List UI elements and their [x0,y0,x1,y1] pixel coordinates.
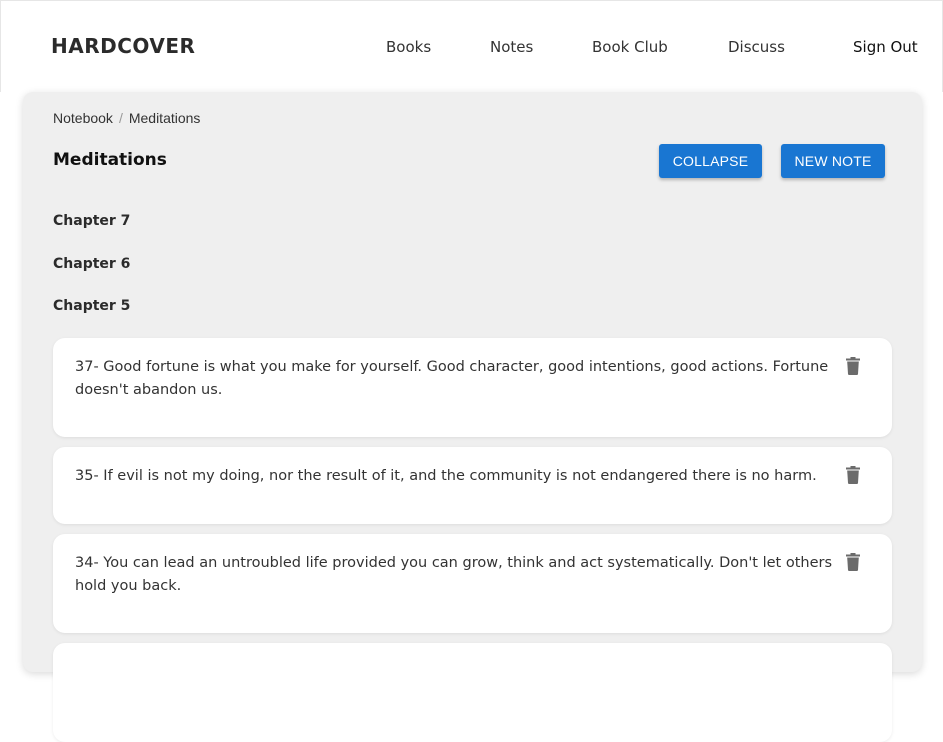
note-text: 34- You can lead an untroubled life prov… [75,555,833,594]
note-card: 35- If evil is not my doing, nor the res… [53,447,892,524]
trash-icon[interactable] [846,466,860,484]
top-navigation-bar: HARDCOVER Books Notes Book Club Discuss … [0,0,943,92]
breadcrumb: Notebook / Meditations [53,110,200,126]
nav-book-club[interactable]: Book Club [592,38,668,56]
breadcrumb-notebook[interactable]: Notebook [53,110,113,126]
note-card: 37- Good fortune is what you make for yo… [53,338,892,437]
new-note-button[interactable]: NEW NOTE [781,144,885,178]
chapter-5-heading[interactable]: Chapter 5 [53,298,130,314]
chapter-7-heading[interactable]: Chapter 7 [53,213,130,229]
breadcrumb-separator: / [118,110,123,126]
notebook-panel: Notebook / Meditations Meditations COLLAPS… [23,92,922,742]
note-card [53,643,892,742]
trash-icon[interactable] [846,357,860,375]
trash-icon[interactable] [846,553,860,571]
nav-notes[interactable]: Notes [490,38,533,56]
note-text: 37- Good fortune is what you make for yo… [75,359,829,398]
sign-out-link[interactable]: Sign Out [853,38,918,56]
chapter-6-heading[interactable]: Chapter 6 [53,256,130,272]
collapse-button[interactable]: COLLAPSE [659,144,762,178]
note-text: 35- If evil is not my doing, nor the res… [75,468,817,484]
nav-discuss[interactable]: Discuss [728,38,785,56]
page-title: Meditations [53,150,167,170]
breadcrumb-current: Meditations [128,110,201,126]
note-card: 34- You can lead an untroubled life prov… [53,534,892,633]
nav-books[interactable]: Books [386,38,431,56]
main-nav: Books Notes Book Club Discuss Sign Out [1,38,942,58]
